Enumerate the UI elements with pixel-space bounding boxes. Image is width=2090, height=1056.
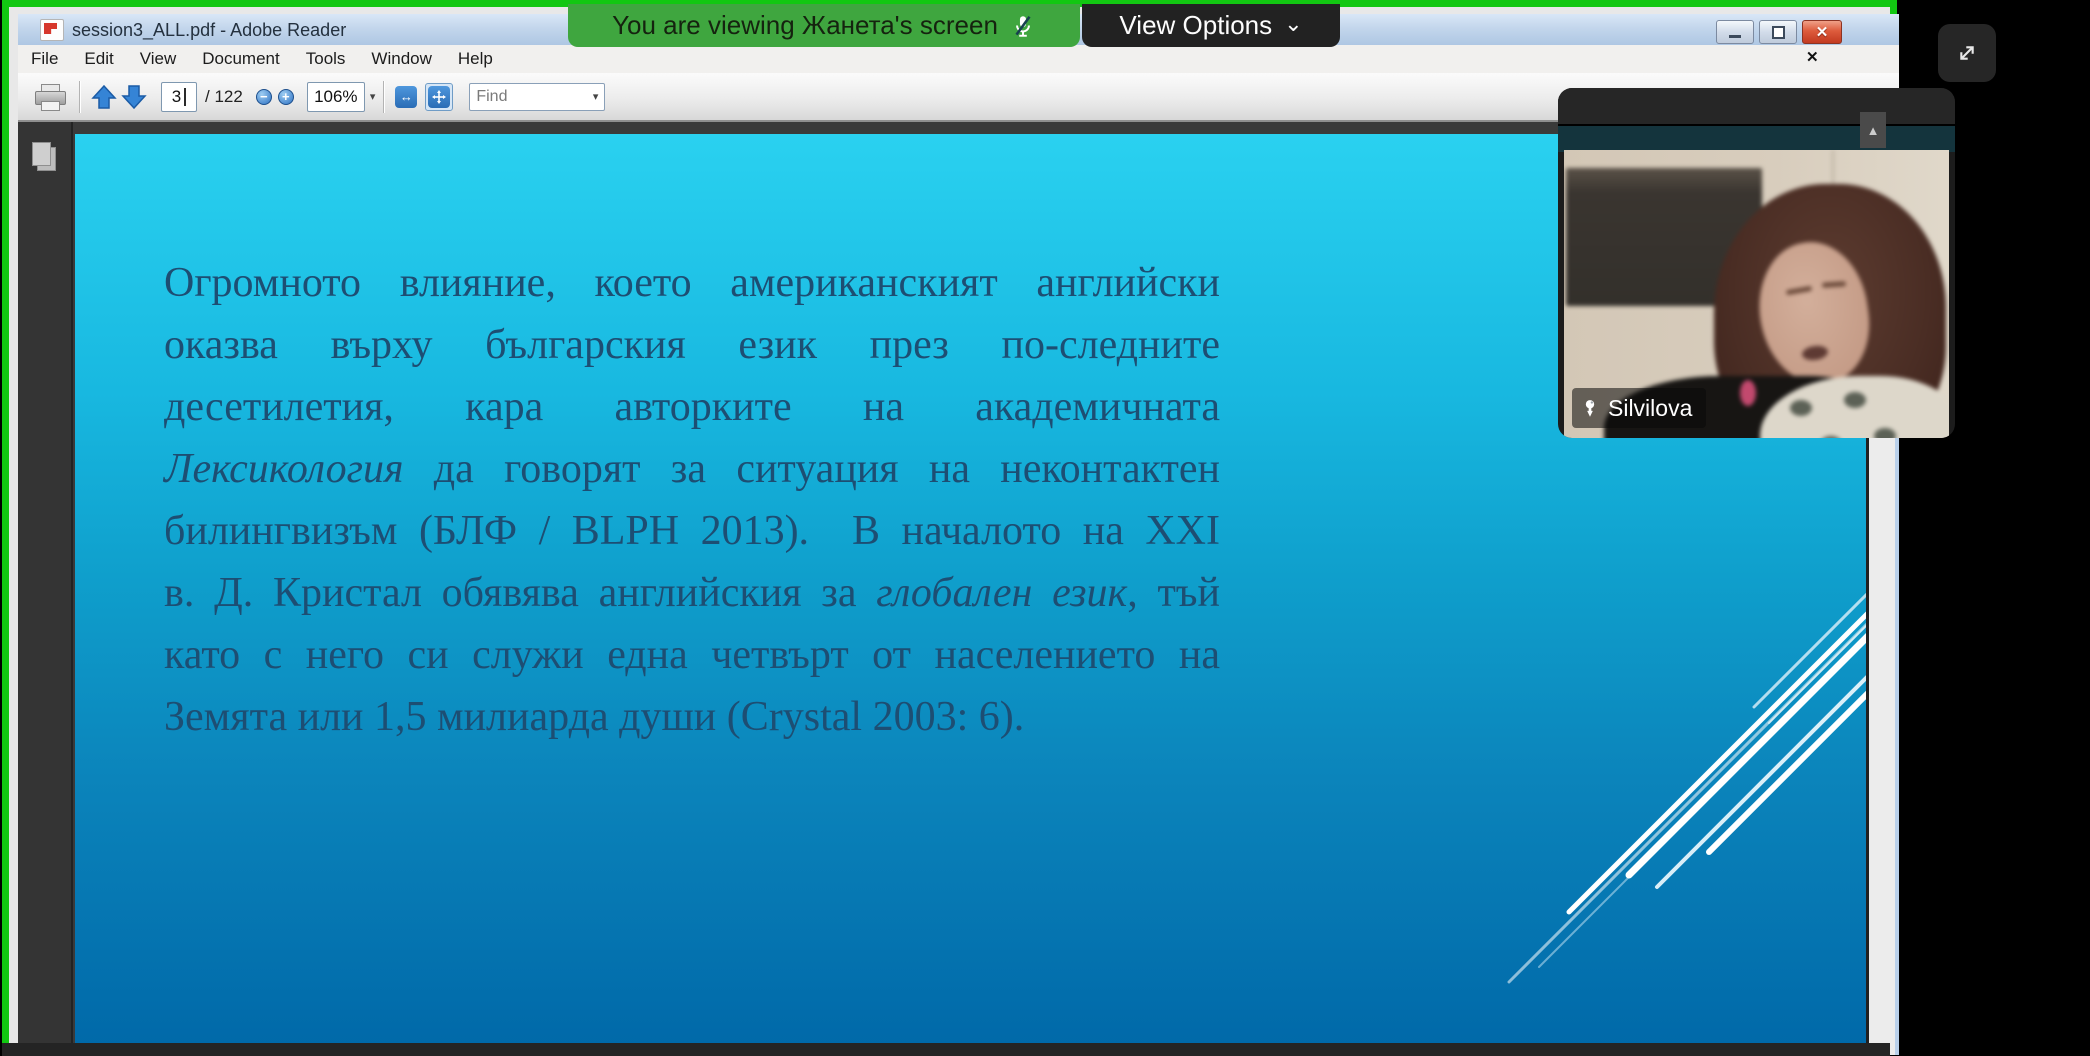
- page-number-input[interactable]: 3: [161, 82, 197, 112]
- menu-item-help[interactable]: Help: [445, 45, 506, 73]
- toolbar-separator: [383, 81, 385, 113]
- webcam-letterbox-top: [1558, 88, 1955, 124]
- scroll-up-icon: ▲: [1867, 123, 1880, 138]
- view-options-label: View Options: [1119, 10, 1272, 41]
- print-button[interactable]: [35, 84, 65, 110]
- close-icon: ✕: [1816, 23, 1829, 41]
- menu-bar-items: FileEditViewDocumentToolsWindowHelp: [18, 45, 506, 73]
- menu-item-tools[interactable]: Tools: [293, 45, 359, 73]
- webcam-letterbox-band: [1558, 124, 1955, 152]
- fit-width-icon: ↔: [400, 89, 413, 104]
- zoom-dropdown-icon[interactable]: ▾: [370, 90, 376, 103]
- fullscreen-expand-button[interactable]: [1938, 24, 1996, 82]
- previous-page-button[interactable]: [91, 84, 117, 110]
- bottom-edge-strip: [2, 1043, 1890, 1056]
- participant-name-tag: Silvilova: [1572, 388, 1706, 428]
- view-options-button[interactable]: View Options ⌄: [1082, 4, 1340, 47]
- expand-diagonal-icon: [1950, 36, 1984, 70]
- minus-icon: −: [260, 90, 268, 103]
- scarf-accent: [1740, 380, 1756, 406]
- webcam-video: Silvilova: [1564, 150, 1949, 438]
- pdf-file-icon: [40, 19, 64, 41]
- zoom-level-input[interactable]: 106%: [307, 82, 365, 112]
- restore-button[interactable]: [1759, 20, 1797, 44]
- screenshot-stage: session3_ALL.pdf - Adobe Reader ✕ FileEd…: [0, 0, 2090, 1056]
- page-total-label: / 122: [205, 87, 243, 107]
- pages-panel-icon[interactable]: [32, 142, 56, 170]
- pages-icon-front: [32, 142, 51, 166]
- find-dropdown-icon[interactable]: ▾: [593, 90, 599, 103]
- zoom-in-button[interactable]: +: [278, 89, 294, 105]
- fit-page-icon: [428, 86, 450, 108]
- plus-icon: +: [282, 90, 290, 103]
- menu-item-document[interactable]: Document: [189, 45, 292, 73]
- window-title: session3_ALL.pdf - Adobe Reader: [72, 20, 346, 41]
- scrolling-mode-button[interactable]: ↔: [395, 86, 417, 108]
- window-controls: ✕: [1716, 20, 1842, 44]
- scarf-pattern: [1844, 392, 1866, 408]
- next-page-button[interactable]: [121, 84, 147, 110]
- menu-item-window[interactable]: Window: [358, 45, 444, 73]
- pin-icon: [1580, 398, 1600, 418]
- printer-icon-tray: [41, 101, 60, 111]
- menu-bar: FileEditViewDocumentToolsWindowHelp ✕: [18, 45, 1899, 74]
- scarf-pattern: [1874, 428, 1896, 438]
- viewing-screen-text: You are viewing Жанета's screen: [612, 10, 998, 41]
- zoom-out-button[interactable]: −: [256, 89, 272, 105]
- mic-muted-icon: [1010, 13, 1036, 39]
- four-arrows-icon: [432, 90, 446, 104]
- menu-item-edit[interactable]: Edit: [71, 45, 126, 73]
- arrow-up-icon: [91, 84, 117, 110]
- viewing-screen-banner: You are viewing Жанета's screen: [568, 4, 1080, 47]
- find-input[interactable]: Find ▾: [469, 83, 605, 111]
- page-number-value: 3: [172, 87, 181, 107]
- arrow-down-icon: [121, 84, 147, 110]
- webcam-video-panel[interactable]: Silvilova: [1558, 88, 1955, 438]
- zoom-level-value: 106%: [314, 87, 357, 107]
- toolbar-separator: [79, 81, 81, 113]
- restore-icon: [1772, 26, 1785, 39]
- chevron-down-icon: ⌄: [1284, 11, 1302, 37]
- text-cursor: [184, 88, 186, 106]
- menubar-close-icon[interactable]: ✕: [1806, 48, 1819, 66]
- find-placeholder: Find: [476, 88, 507, 106]
- minimize-icon: [1729, 35, 1741, 38]
- minimize-button[interactable]: [1716, 20, 1754, 44]
- menu-item-view[interactable]: View: [127, 45, 190, 73]
- scrollbar-up-button[interactable]: ▲: [1860, 112, 1886, 148]
- close-button[interactable]: ✕: [1802, 20, 1842, 44]
- participant-name: Silvilova: [1608, 395, 1692, 422]
- scarf-pattern: [1790, 400, 1812, 416]
- fit-page-button-selected[interactable]: [425, 83, 453, 111]
- menu-item-file[interactable]: File: [18, 45, 71, 73]
- navigation-panel-strip: [18, 122, 73, 1055]
